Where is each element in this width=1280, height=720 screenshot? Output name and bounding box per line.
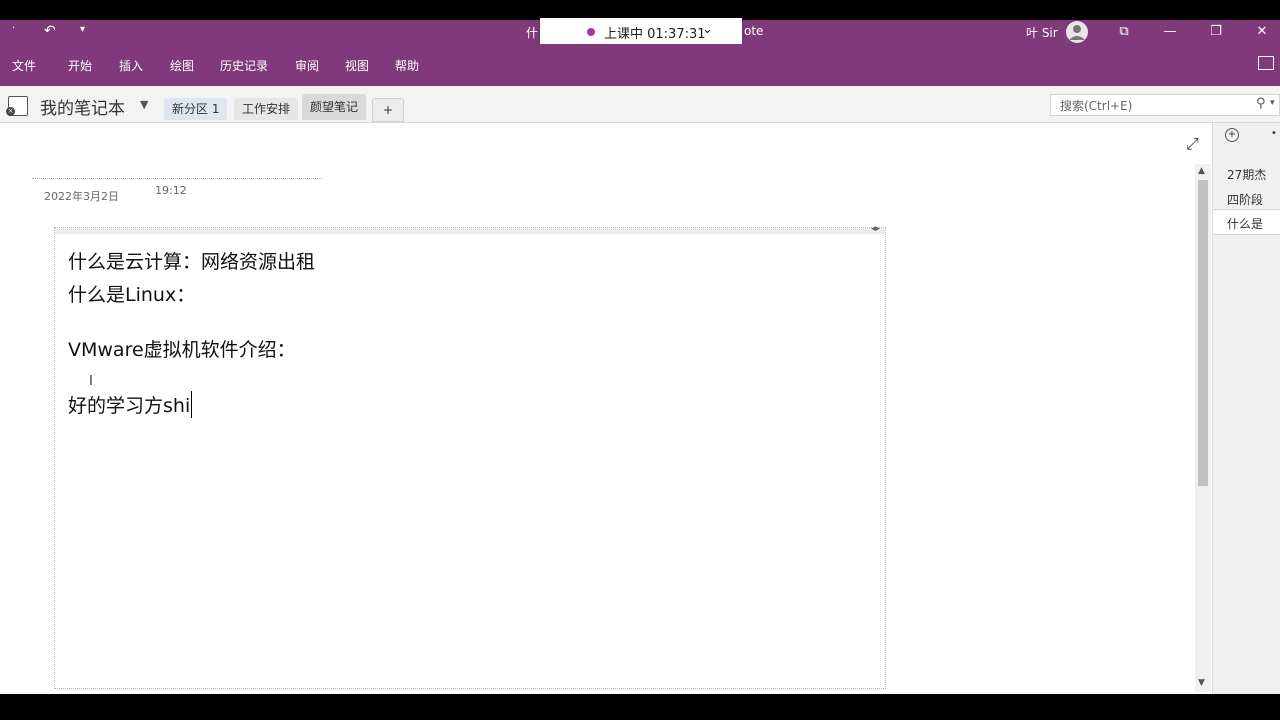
menu-insert[interactable]: 插入 xyxy=(119,57,143,74)
back-icon[interactable]: · xyxy=(12,24,15,34)
scroll-down-icon[interactable]: ▼ xyxy=(1198,678,1205,688)
page-list-item-3-container[interactable]: 什么是 xyxy=(1213,209,1280,235)
note-line-3[interactable]: VMware虚拟机软件介绍： xyxy=(68,335,296,362)
scroll-up-icon[interactable]: ▲ xyxy=(1198,166,1205,176)
close-icon[interactable]: ✕ xyxy=(1242,22,1280,42)
page-list-item-1[interactable]: 27期杰 xyxy=(1227,166,1266,183)
tab-section-notes[interactable]: 颜望笔记 xyxy=(302,94,367,120)
page-date: 2022年3月2日 xyxy=(44,190,119,203)
menu-home[interactable]: 开始 xyxy=(68,57,92,74)
page-list-item-2[interactable]: 四阶段 xyxy=(1227,191,1263,208)
note-resize-icon[interactable]: ◂▸ xyxy=(871,224,880,234)
recording-dot-icon xyxy=(587,28,595,36)
tab-section-new[interactable]: 新分区 1 xyxy=(164,98,228,120)
search-input[interactable]: 搜索(Ctrl+E) ⚲ ▾ xyxy=(1050,94,1280,116)
text-cursor-icon: I xyxy=(89,374,93,389)
tab-section-work[interactable]: 工作安排 xyxy=(234,98,299,120)
avatar[interactable] xyxy=(1066,21,1088,43)
window-title-right: ote xyxy=(744,24,764,38)
ribbon-display-icon[interactable] xyxy=(1258,56,1274,70)
user-name[interactable]: 叶 Sir xyxy=(1026,24,1058,41)
note-container[interactable]: ◂▸ 什么是云计算：网络资源出租 什么是Linux： VMware虚拟机软件介绍… xyxy=(54,224,886,689)
add-page-icon[interactable]: + xyxy=(1225,128,1239,142)
menu-help[interactable]: 帮助 xyxy=(395,57,419,74)
scroll-thumb[interactable] xyxy=(1198,180,1208,486)
timer-label: 上课中 01:37:31 xyxy=(604,27,706,42)
notebook-bar: × 我的笔记本 ▼ 新分区 1 工作安排 颜望笔记 + 搜索(Ctrl+E) ⚲… xyxy=(0,86,1280,123)
page-list-item-3: 什么是 xyxy=(1227,217,1264,231)
notebook-dropdown-icon[interactable]: ▼ xyxy=(140,98,148,111)
search-dropdown-icon[interactable]: ▾ xyxy=(1270,98,1275,108)
menu-draw[interactable]: 绘图 xyxy=(170,57,194,74)
display-mode-icon[interactable]: ⧉ xyxy=(1104,22,1144,42)
undo-icon[interactable]: ↶ xyxy=(44,24,56,38)
window-title-left: 什 xyxy=(526,26,539,40)
note-line-4[interactable]: 好的学习方shi xyxy=(68,391,193,418)
menu-file[interactable]: 文件 xyxy=(12,57,36,74)
menu-review[interactable]: 审阅 xyxy=(295,57,319,74)
title-underline xyxy=(32,178,322,179)
screen-border-bottom xyxy=(0,694,1280,720)
minimize-icon[interactable]: — xyxy=(1150,22,1190,42)
note-drag-handle[interactable] xyxy=(55,228,885,234)
search-placeholder: 搜索(Ctrl+E) xyxy=(1060,99,1133,113)
notebook-icon[interactable]: × xyxy=(6,96,28,116)
search-icon[interactable]: ⚲ xyxy=(1256,96,1266,111)
menu-history[interactable]: 历史记录 xyxy=(220,57,268,74)
notebook-name[interactable]: 我的笔记本 xyxy=(40,94,125,119)
page-time: 19:12 xyxy=(155,184,187,197)
add-section-button[interactable]: + xyxy=(372,98,405,122)
expand-icon[interactable]: ⤢ xyxy=(1186,134,1199,154)
restore-icon[interactable]: ❐ xyxy=(1196,22,1236,42)
chevron-down-icon[interactable]: ⌄ xyxy=(702,22,713,37)
ribbon-menu: 文件 开始 插入 绘图 历史记录 审阅 视图 帮助 xyxy=(0,44,1280,86)
menu-view[interactable]: 视图 xyxy=(345,57,369,74)
sync-error-icon: × xyxy=(6,107,15,116)
page-list-panel: + • 27期杰 四阶段 什么是 xyxy=(1212,123,1280,694)
screen: · ↶ ▾ 什 ote 叶 Sir ⧉ — ❐ ✕ 上课中 01:37:31 ⌄… xyxy=(0,0,1280,720)
dropdown-icon[interactable]: ▾ xyxy=(80,25,85,35)
page-list-more-icon[interactable]: • xyxy=(1271,128,1277,139)
note-line-2[interactable]: 什么是Linux： xyxy=(68,280,195,307)
class-timer[interactable]: 上课中 01:37:31 ⌄ xyxy=(540,18,742,46)
note-line-1[interactable]: 什么是云计算：网络资源出租 xyxy=(68,247,315,274)
page-scrollbar[interactable]: ▲ ▼ xyxy=(1195,164,1211,692)
